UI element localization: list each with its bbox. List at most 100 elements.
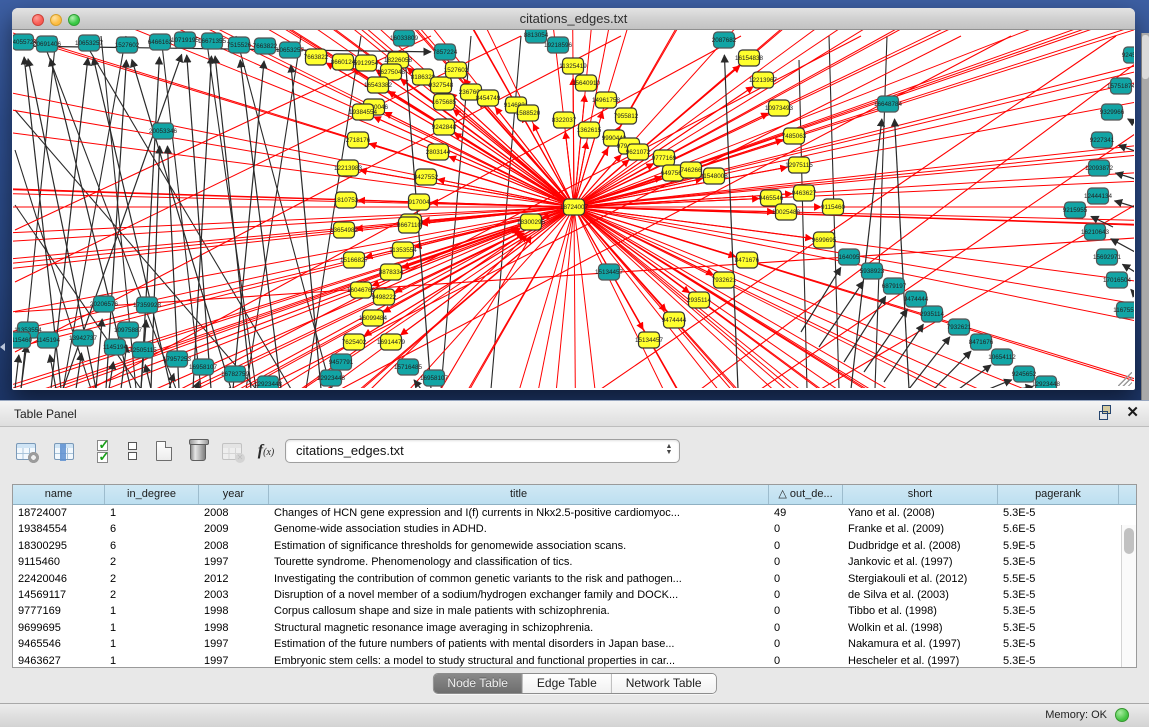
delete-table-button[interactable]: ✕ (218, 437, 246, 465)
column-header-short[interactable]: short (843, 485, 998, 504)
cell-pagerank[interactable]: 5.3E-5 (998, 554, 1119, 570)
cell-short[interactable]: Franke et al. (2009) (843, 521, 998, 537)
cell-pagerank[interactable]: 5.3E-5 (998, 636, 1119, 652)
cell-title[interactable]: Embryonic stem cells: a model to study s… (269, 653, 769, 667)
cell-year[interactable]: 2008 (199, 505, 269, 521)
network-canvas[interactable]: 2405572420691406106532571527602646616210… (13, 30, 1134, 388)
cell-out_degree[interactable]: 0 (769, 620, 843, 636)
table-row[interactable]: 2242004622012Investigating the contribut… (13, 571, 1136, 587)
cell-short[interactable]: Jankovic et al. (1997) (843, 554, 998, 570)
cell-out_degree[interactable]: 0 (769, 603, 843, 619)
cell-pagerank[interactable]: 5.5E-5 (998, 571, 1119, 587)
tab-node-table[interactable]: Node Table (433, 674, 523, 693)
cell-out_degree[interactable]: 0 (769, 554, 843, 570)
network-window-titlebar[interactable]: citations_edges.txt (12, 8, 1135, 30)
cell-out_degree[interactable]: 0 (769, 521, 843, 537)
cell-in_degree[interactable]: 1 (105, 620, 199, 636)
resize-grip[interactable] (1118, 372, 1132, 386)
cell-out_degree[interactable]: 0 (769, 538, 843, 554)
cell-name[interactable]: 9115460 (13, 554, 105, 570)
tab-network-table[interactable]: Network Table (612, 674, 716, 693)
cell-in_degree[interactable]: 1 (105, 636, 199, 652)
cell-year[interactable]: 2012 (199, 571, 269, 587)
cell-short[interactable]: Hescheler et al. (1997) (843, 653, 998, 667)
column-header-name[interactable]: name (13, 485, 105, 504)
cell-title[interactable]: Genome-wide association studies in ADHD. (269, 521, 769, 537)
panel-collapse-arrow-icon[interactable] (0, 343, 5, 351)
cell-in_degree[interactable]: 1 (105, 653, 199, 667)
delete-column-button[interactable] (184, 437, 212, 465)
cell-out_degree[interactable]: 0 (769, 571, 843, 587)
cell-pagerank[interactable]: 5.9E-5 (998, 538, 1119, 554)
cell-name[interactable]: 9463627 (13, 653, 105, 667)
table-vertical-scrollbar[interactable] (1121, 525, 1136, 667)
table-row[interactable]: 946362711997Embryonic stem cells: a mode… (13, 653, 1136, 667)
column-header-pagerank[interactable]: pagerank (998, 485, 1119, 504)
merge-rows-button[interactable] (118, 437, 146, 465)
cell-in_degree[interactable]: 2 (105, 554, 199, 570)
cell-out_degree[interactable]: 0 (769, 653, 843, 667)
cell-out_degree[interactable]: 0 (769, 636, 843, 652)
table-mode-button[interactable] (12, 437, 40, 465)
cell-out_degree[interactable]: 0 (769, 587, 843, 603)
cell-title[interactable]: Investigating the contribution of common… (269, 571, 769, 587)
cell-pagerank[interactable]: 5.3E-5 (998, 603, 1119, 619)
cell-pagerank[interactable]: 5.6E-5 (998, 521, 1119, 537)
cell-in_degree[interactable]: 1 (105, 505, 199, 521)
column-header-out_degree[interactable]: △ out_de... (769, 485, 843, 504)
cell-pagerank[interactable]: 5.3E-5 (998, 587, 1119, 603)
cell-title[interactable]: Structural magnetic resonance image aver… (269, 620, 769, 636)
tab-edge-table[interactable]: Edge Table (523, 674, 612, 693)
cell-pagerank[interactable]: 5.3E-5 (998, 620, 1119, 636)
show-columns-button[interactable] (50, 437, 78, 465)
cell-in_degree[interactable]: 6 (105, 521, 199, 537)
cell-year[interactable]: 2008 (199, 538, 269, 554)
cell-short[interactable]: Wolkin et al. (1998) (843, 620, 998, 636)
table-row[interactable]: 969969511998Structural magnetic resonanc… (13, 620, 1136, 636)
cell-name[interactable]: 9699695 (13, 620, 105, 636)
side-scrollbar[interactable] (1141, 33, 1149, 400)
network-window[interactable]: citations_edges.txt 24055724206914061065… (12, 8, 1135, 390)
float-panel-icon[interactable] (1099, 405, 1114, 420)
table-selector-combobox[interactable]: citations_edges.txt (285, 439, 680, 463)
side-scrollbar-thumb[interactable] (1142, 35, 1149, 79)
table-row[interactable]: 946554611997Estimation of the future num… (13, 636, 1136, 652)
function-builder-button[interactable]: f(x) (252, 437, 280, 465)
column-header-title[interactable]: title (269, 485, 769, 504)
cell-name[interactable]: 18300295 (13, 538, 105, 554)
close-panel-icon[interactable]: ✕ (1126, 405, 1139, 420)
column-header-in_degree[interactable]: in_degree (105, 485, 199, 504)
table-row[interactable]: 1938455462009Genome-wide association stu… (13, 521, 1136, 537)
cell-name[interactable]: 9777169 (13, 603, 105, 619)
column-header-year[interactable]: year (199, 485, 269, 504)
cell-year[interactable]: 2009 (199, 521, 269, 537)
cell-year[interactable]: 1998 (199, 620, 269, 636)
selection-mode-button[interactable] (88, 437, 116, 465)
cell-title[interactable]: Disruption of a novel member of a sodium… (269, 587, 769, 603)
cell-title[interactable]: Estimation of significance thresholds fo… (269, 538, 769, 554)
cell-title[interactable]: Tourette syndrome. Phenomenology and cla… (269, 554, 769, 570)
cell-in_degree[interactable]: 2 (105, 587, 199, 603)
cell-title[interactable]: Corpus callosum shape and size in male p… (269, 603, 769, 619)
cell-name[interactable]: 19384554 (13, 521, 105, 537)
cell-year[interactable]: 1997 (199, 636, 269, 652)
cell-name[interactable]: 9465546 (13, 636, 105, 652)
cell-name[interactable]: 14569117 (13, 587, 105, 603)
cell-out_degree[interactable]: 49 (769, 505, 843, 521)
cell-in_degree[interactable]: 1 (105, 603, 199, 619)
table-row[interactable]: 1872400712008Changes of HCN gene express… (13, 505, 1136, 521)
cell-short[interactable]: Yano et al. (2008) (843, 505, 998, 521)
table-row[interactable]: 1456911722003Disruption of a novel membe… (13, 587, 1136, 603)
cell-title[interactable]: Changes of HCN gene expression and I(f) … (269, 505, 769, 521)
cell-title[interactable]: Estimation of the future numbers of pati… (269, 636, 769, 652)
cell-short[interactable]: Stergiakouli et al. (2012) (843, 571, 998, 587)
cell-year[interactable]: 1998 (199, 603, 269, 619)
cell-in_degree[interactable]: 6 (105, 538, 199, 554)
cell-name[interactable]: 22420046 (13, 571, 105, 587)
cell-in_degree[interactable]: 2 (105, 571, 199, 587)
cell-name[interactable]: 18724007 (13, 505, 105, 521)
cell-year[interactable]: 1997 (199, 653, 269, 667)
table-row[interactable]: 977716911998Corpus callosum shape and si… (13, 603, 1136, 619)
table-row[interactable]: 911546021997Tourette syndrome. Phenomeno… (13, 554, 1136, 570)
cell-year[interactable]: 2003 (199, 587, 269, 603)
